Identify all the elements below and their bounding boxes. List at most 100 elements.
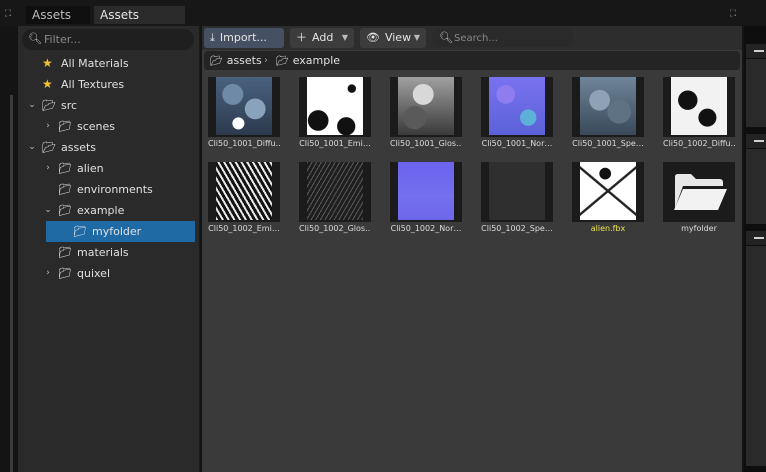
folder-open-icon: 📂︎ (210, 56, 223, 67)
tree-item-myfolder[interactable]: 📁︎ myfolder (46, 221, 195, 242)
tree-item-alien[interactable]: › 📁︎ alien (18, 158, 196, 179)
chevron-right-icon[interactable]: › (43, 116, 53, 137)
tree-item-quixel[interactable]: › 📁︎ quixel (18, 263, 196, 284)
folder-icon: 📁︎ (58, 162, 72, 175)
tree-item-materials[interactable]: 📁︎ materials (18, 242, 196, 263)
asset-item[interactable]: Cli50_1002_Diffu… (663, 77, 735, 151)
maximize-panel-icon[interactable]: ⛶ (728, 9, 738, 19)
asset-name: Cli50_1002_Diffu… (663, 139, 735, 148)
folder-icon: 📁︎ (58, 120, 72, 133)
asset-item[interactable]: Cli50_1002_Emi… (208, 162, 280, 236)
asset-browser-panel: ⤓Import... ＋Add ▼ 👁︎View ▼ 🔍︎ 📂︎assets ›… (202, 26, 742, 472)
asset-name: Cli50_1001_Spe… (572, 139, 644, 148)
breadcrumb-example[interactable]: 📂︎ example (276, 51, 340, 71)
caret-down-icon: ▼ (413, 33, 420, 42)
texture-thumbnail (390, 162, 462, 222)
asset-item[interactable]: Cli50_1001_Glos… (390, 77, 462, 151)
chevron-down-icon[interactable]: ⌄ (27, 95, 37, 116)
tree-item-all-textures[interactable]: ★ All Textures (18, 74, 196, 95)
import-button[interactable]: ⤓ Import... (204, 28, 284, 48)
tree-item-environments[interactable]: 📁︎ environments (18, 179, 196, 200)
texture-thumbnail (481, 77, 553, 137)
tree-item-example[interactable]: ⌄ 📁︎ example (18, 200, 196, 221)
texture-thumbnail (299, 162, 371, 222)
minimize-icon (754, 50, 764, 52)
asset-item[interactable]: alien.fbx (572, 162, 644, 236)
folder-thumbnail (663, 162, 735, 222)
filter-input[interactable] (44, 31, 184, 48)
folder-open-icon: 📂︎ (42, 99, 56, 112)
collapsed-panel-header[interactable] (746, 44, 766, 58)
minimize-icon (754, 237, 764, 239)
texture-thumbnail (481, 162, 553, 222)
asset-name: alien.fbx (590, 224, 626, 233)
folder-icon: 📁︎ (58, 246, 72, 259)
left-edge-splitter[interactable] (10, 95, 13, 472)
maximize-icon[interactable]: ⛶ (3, 9, 13, 19)
asset-item[interactable]: Cli50_1002_Spe… (481, 162, 553, 236)
asset-item[interactable]: Cli50_1001_Nor… (481, 77, 553, 151)
download-icon: ⤓ (210, 31, 215, 44)
texture-thumbnail (208, 77, 280, 137)
chevron-right-icon[interactable]: › (43, 158, 53, 179)
texture-thumbnail (299, 77, 371, 137)
folder-open-icon: 📂︎ (42, 141, 56, 154)
minimize-icon (754, 140, 764, 142)
tree-item-label: materials (77, 246, 129, 259)
breadcrumb-label: example (292, 54, 341, 67)
tab-assets[interactable]: Assets (26, 6, 90, 24)
view-button[interactable]: 👁︎ View ▼ (360, 28, 426, 48)
folder-icon: 📁︎ (58, 204, 72, 217)
asset-name: Cli50_1002_Emi… (208, 224, 280, 233)
asset-name: Cli50_1002_Spe… (481, 224, 553, 233)
asset-name: Cli50_1001_Diffu… (208, 139, 280, 148)
asset-item[interactable]: Cli50_1001_Spe… (572, 77, 644, 151)
model-thumbnail (572, 162, 644, 222)
tree-item-label: All Textures (61, 78, 125, 91)
texture-thumbnail (663, 77, 735, 137)
search-box[interactable]: 🔍︎ (432, 29, 574, 47)
tree-item-label: alien (77, 162, 104, 175)
chevron-down-icon[interactable]: ⌄ (43, 200, 53, 221)
tree-item-all-materials[interactable]: ★ All Materials (18, 53, 196, 74)
asset-name: myfolder (681, 224, 717, 233)
tab-assets-browser[interactable]: Assets Browser (94, 6, 185, 40)
tree-item-scenes[interactable]: › 📁︎ scenes (18, 116, 196, 137)
folder-icon: 📁︎ (73, 225, 87, 238)
search-icon: 🔍︎ (28, 32, 42, 45)
chevron-right-icon[interactable]: › (43, 263, 53, 284)
asset-name: Cli50_1002_Nor… (390, 224, 462, 233)
asset-item[interactable]: myfolder (663, 162, 735, 236)
tree-item-src[interactable]: ⌄ 📂︎ src (18, 95, 196, 116)
asset-item[interactable]: Cli50_1002_Glos… (299, 162, 371, 236)
star-icon: ★ (42, 56, 53, 70)
collapsed-panel-header[interactable] (746, 231, 766, 245)
tree-item-label: assets (61, 141, 97, 154)
right-dock-strip (744, 26, 766, 472)
collapsed-panel (746, 59, 766, 127)
dock-tab-bar: ⛶ Assets Assets Browser ⛶ (0, 0, 766, 40)
texture-thumbnail (572, 77, 644, 137)
search-input[interactable] (454, 30, 566, 46)
breadcrumb-label: assets (226, 54, 262, 67)
tree-item-label: quixel (77, 267, 111, 280)
filter-box[interactable]: 🔍︎ (22, 29, 194, 50)
breadcrumb-assets[interactable]: 📂︎ assets (210, 51, 262, 71)
folder-icon (674, 174, 727, 210)
folder-icon: 📁︎ (58, 267, 72, 280)
tree-item-assets[interactable]: ⌄ 📂︎ assets (18, 137, 196, 158)
tree-item-label: All Materials (61, 57, 129, 70)
chevron-down-icon[interactable]: ⌄ (27, 137, 37, 158)
star-icon: ★ (42, 77, 53, 91)
folder-open-icon: 📂︎ (276, 56, 289, 67)
texture-thumbnail (208, 162, 280, 222)
tree-item-label: scenes (77, 120, 116, 133)
asset-item[interactable]: Cli50_1001_Emi… (299, 77, 371, 151)
collapsed-panel-header[interactable] (746, 134, 766, 148)
add-button[interactable]: ＋ Add ▼ (290, 28, 354, 48)
asset-name: Cli50_1002_Glos… (299, 224, 371, 233)
view-label: View (384, 31, 412, 44)
asset-item[interactable]: Cli50_1002_Nor… (390, 162, 462, 236)
asset-item[interactable]: Cli50_1001_Diffu… (208, 77, 280, 151)
asset-name: Cli50_1001_Nor… (481, 139, 553, 148)
